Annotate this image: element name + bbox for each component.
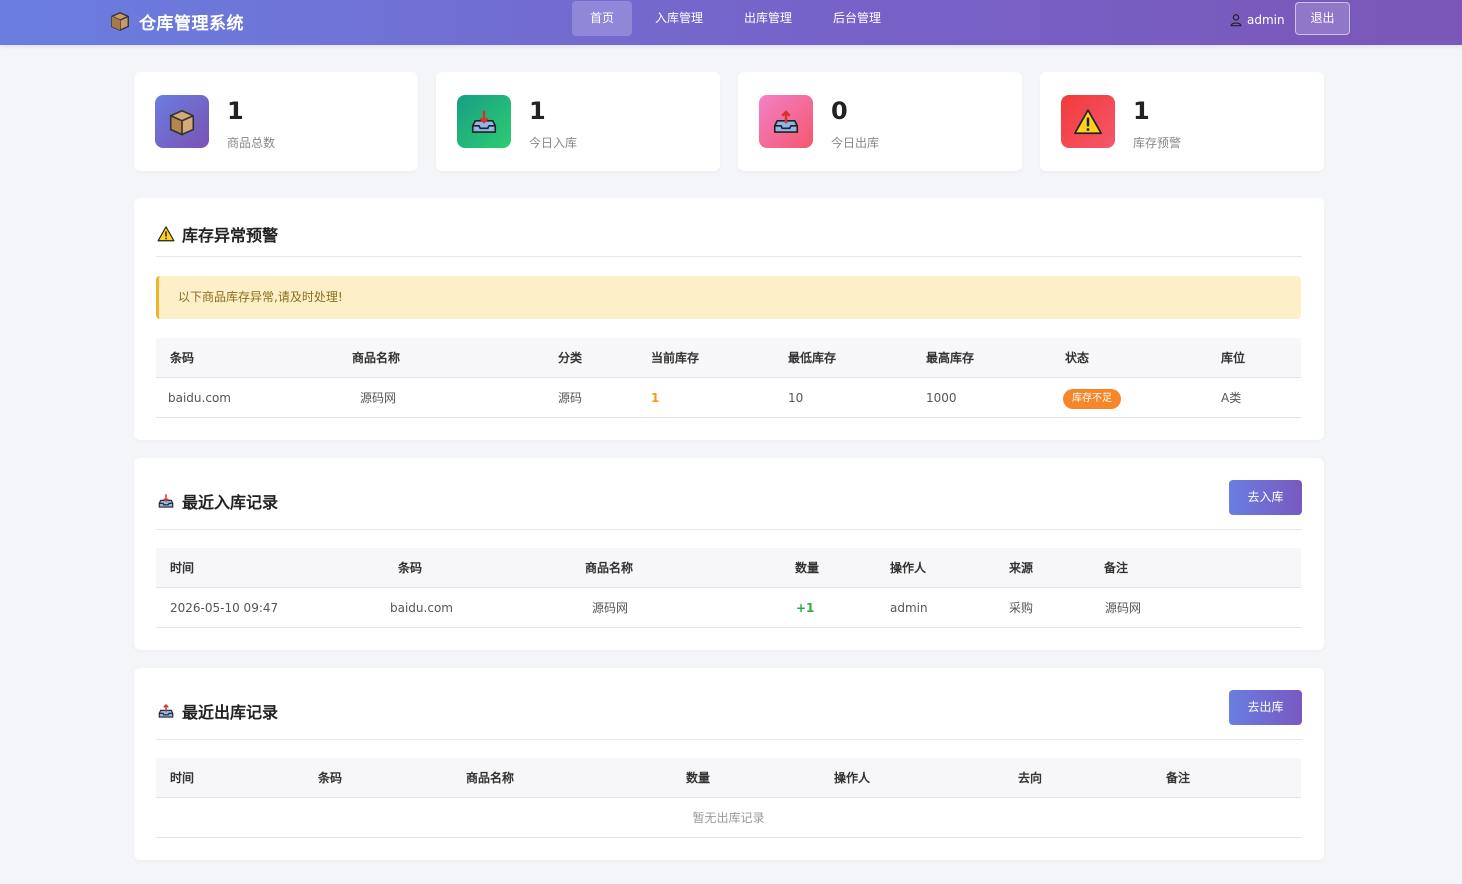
panel-title-text: 库存异常预警 [182, 226, 279, 245]
panel-header: 最近入库记录 去入库 [156, 458, 1302, 530]
table-header: 条码 商品名称 分类 当前库存 最低库存 最高库存 状态 库位 [156, 338, 1301, 378]
cell-category: 源码 [558, 391, 583, 405]
stat-card-today-inbound: 1 今日入库 [436, 72, 720, 171]
username: admin [1247, 13, 1285, 27]
go-inbound-button[interactable]: 去入库 [1229, 480, 1302, 515]
cell-name: 源码网 [360, 391, 397, 405]
outbound-table: 时间 条码 商品名称 数量 操作人 去向 备注 暂无出库记录 [156, 758, 1301, 838]
cell-barcode: baidu.com [168, 391, 231, 405]
stat-card-total-products: 1 商品总数 [134, 72, 418, 171]
outbound-tray-icon [759, 95, 813, 148]
col-name: 商品名称 [352, 351, 401, 365]
col-location: 库位 [1221, 351, 1246, 365]
nav-item-home[interactable]: 首页 [572, 1, 633, 36]
table-header: 时间 条码 商品名称 数量 操作人 来源 备注 [156, 548, 1301, 588]
stat-label: 库存预警 [1133, 136, 1182, 150]
nav-item-outbound[interactable]: 出库管理 [726, 1, 810, 36]
nav-item-inbound[interactable]: 入库管理 [637, 1, 721, 36]
col-category: 分类 [558, 351, 583, 365]
top-navbar: 仓库管理系统 首页 入库管理 出库管理 后台管理 admin 退出 [0, 0, 1462, 45]
panel-header: 最近出库记录 去出库 [156, 668, 1302, 740]
cell-min: 10 [788, 391, 804, 405]
stat-value: 1 [1133, 97, 1150, 125]
col-destination: 去向 [1018, 771, 1043, 785]
table-header: 时间 条码 商品名称 数量 操作人 去向 备注 [156, 758, 1301, 798]
col-time: 时间 [170, 561, 195, 575]
stat-value: 1 [227, 97, 244, 125]
stat-label: 今日出库 [831, 136, 880, 150]
col-min: 最低库存 [788, 351, 837, 365]
recent-inbound-panel: 最近入库记录 去入库 时间 条码 商品名称 数量 操作人 来源 备注 2026-… [134, 458, 1324, 650]
col-barcode: 条码 [398, 561, 423, 575]
brand-title: 仓库管理系统 [139, 13, 244, 34]
brand[interactable]: 仓库管理系统 [109, 9, 244, 34]
warning-icon [1061, 95, 1115, 148]
cell-time: 2026-05-10 09:47 [170, 601, 279, 615]
outbound-tray-icon [158, 703, 174, 718]
go-outbound-button[interactable]: 去出库 [1229, 690, 1302, 725]
cell-operator: admin [890, 601, 928, 615]
table-row: 暂无出库记录 [156, 798, 1301, 838]
col-note: 备注 [1166, 771, 1191, 785]
panel-title-text: 最近出库记录 [182, 703, 279, 722]
stat-label: 今日入库 [529, 136, 578, 150]
stock-alert-table: 条码 商品名称 分类 当前库存 最低库存 最高库存 状态 库位 baidu.co… [156, 338, 1301, 418]
cell-current: 1 [651, 391, 660, 405]
col-qty: 数量 [795, 561, 820, 575]
warning-icon [157, 226, 175, 242]
panel-title: 最近出库记录 [156, 699, 278, 723]
cell-barcode: baidu.com [390, 601, 453, 615]
stat-card-stock-warning: 1 库存预警 [1040, 72, 1324, 171]
box-icon [111, 11, 129, 31]
col-barcode: 条码 [170, 351, 195, 365]
col-current: 当前库存 [651, 351, 700, 365]
stat-value: 0 [831, 97, 848, 125]
col-operator: 操作人 [834, 771, 871, 785]
col-name: 商品名称 [466, 771, 515, 785]
user-icon [1230, 14, 1242, 27]
col-note: 备注 [1104, 561, 1129, 575]
inbound-table: 时间 条码 商品名称 数量 操作人 来源 备注 2026-05-10 09:47… [156, 548, 1301, 628]
panel-title-text: 最近入库记录 [182, 493, 279, 512]
inbound-tray-icon [457, 95, 511, 148]
stat-label: 商品总数 [227, 136, 276, 150]
stat-value: 1 [529, 97, 546, 125]
cell-note: 源码网 [1105, 601, 1142, 615]
status-badge: 库存不足 [1063, 388, 1121, 409]
user-menu[interactable]: admin [1229, 10, 1285, 30]
panel-title: 库存异常预警 [156, 222, 278, 246]
table-row: baidu.com 源码网 源码 1 10 1000 库存不足 A类 [156, 378, 1301, 418]
col-name: 商品名称 [585, 561, 634, 575]
cell-max: 1000 [926, 391, 957, 405]
cell-location: A类 [1221, 391, 1242, 405]
panel-header: 库存异常预警 [156, 198, 1302, 257]
cell-qty: +1 [796, 601, 815, 615]
nav-item-admin[interactable]: 后台管理 [815, 1, 899, 36]
table-row: 2026-05-10 09:47 baidu.com 源码网 +1 admin … [156, 588, 1301, 628]
stat-card-today-outbound: 0 今日出库 [738, 72, 1022, 171]
inbound-tray-icon [158, 494, 174, 508]
main-nav: 首页 入库管理 出库管理 后台管理 [572, 1, 904, 36]
panel-title: 最近入库记录 [156, 489, 278, 513]
col-status: 状态 [1065, 351, 1090, 365]
col-barcode: 条码 [318, 771, 343, 785]
col-time: 时间 [170, 771, 195, 785]
logout-button[interactable]: 退出 [1295, 2, 1350, 35]
cell-source: 采购 [1009, 601, 1034, 615]
col-max: 最高库存 [926, 351, 975, 365]
cell-status: 库存不足 [1063, 378, 1121, 418]
col-operator: 操作人 [890, 561, 927, 575]
col-qty: 数量 [686, 771, 711, 785]
stock-alert-panel: 库存异常预警 以下商品库存异常,请及时处理! 条码 商品名称 分类 当前库存 最… [134, 198, 1324, 440]
empty-state: 暂无出库记录 [692, 811, 765, 825]
alert-message: 以下商品库存异常,请及时处理! [156, 276, 1301, 319]
cell-name: 源码网 [592, 601, 629, 615]
recent-outbound-panel: 最近出库记录 去出库 时间 条码 商品名称 数量 操作人 去向 备注 暂无出库记… [134, 668, 1324, 860]
col-source: 来源 [1009, 561, 1034, 575]
box-icon [155, 95, 209, 148]
